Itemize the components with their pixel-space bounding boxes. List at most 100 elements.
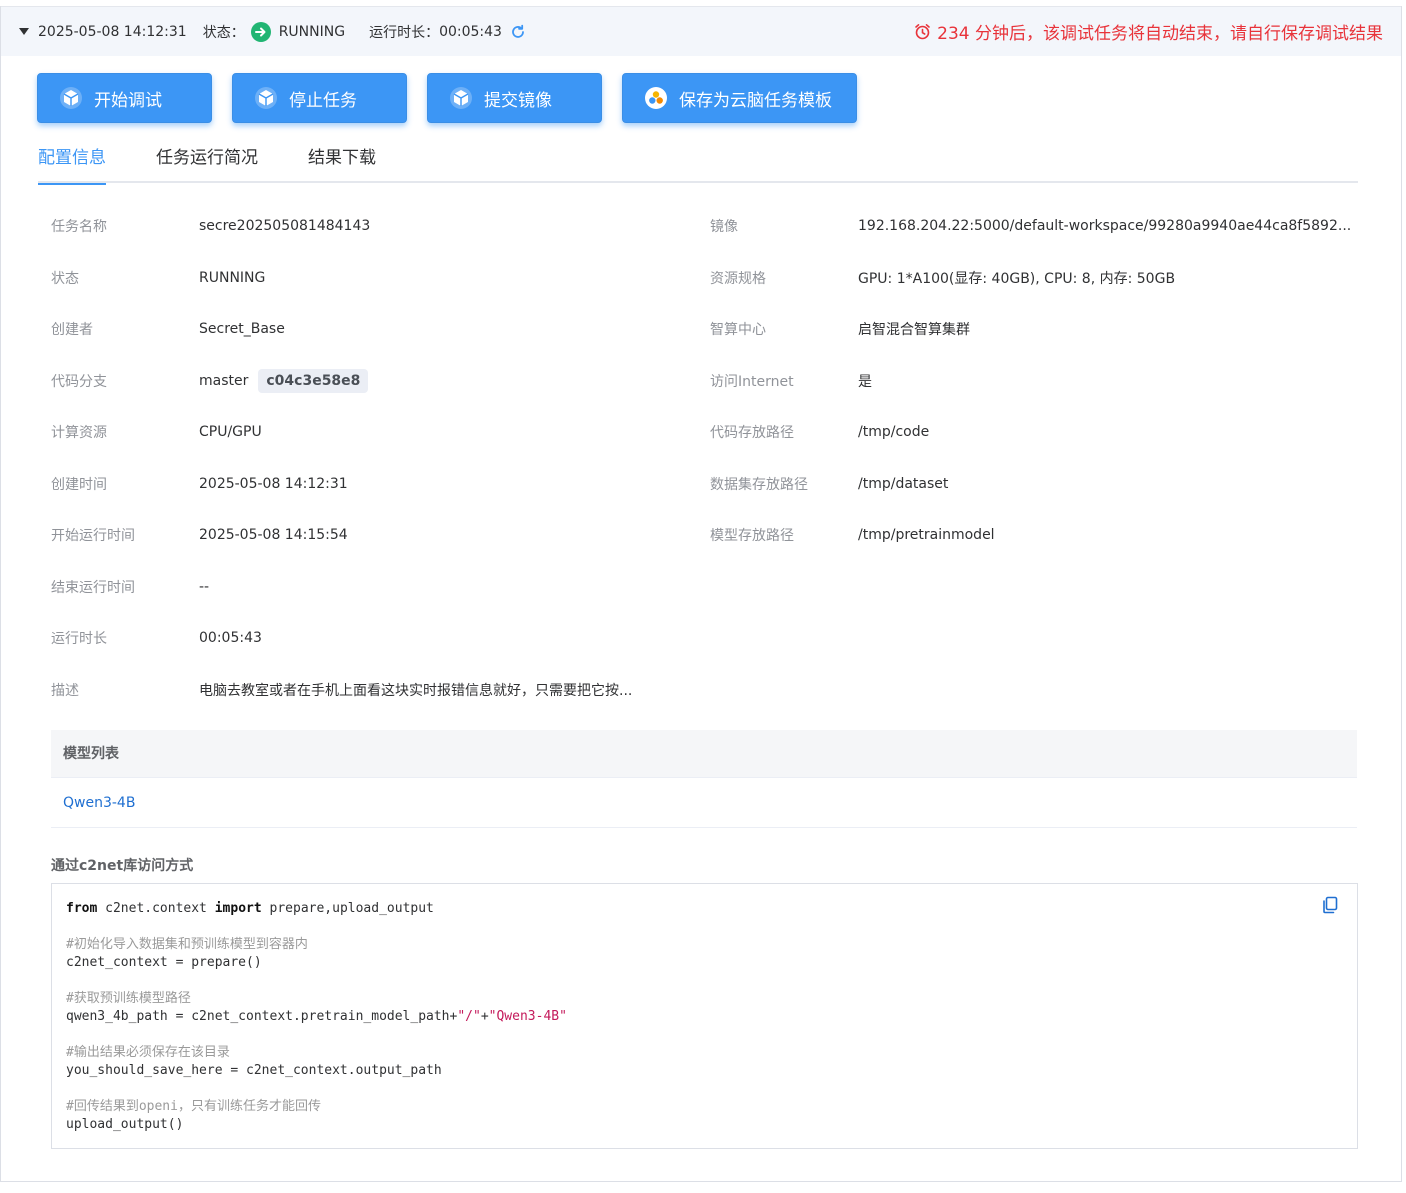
collapse-caret-icon[interactable] [19,28,29,35]
end-time-value: -- [199,579,210,595]
duration-label: 运行时长： [369,24,440,41]
cloud-brain-icon [643,85,669,111]
code-path-value: /tmp/code [858,424,930,440]
warning-text: 234 分钟后，该调试任务将自动结束，请自行保存调试结果 [937,24,1383,44]
commit-hash-badge[interactable]: c04c3e58e8 [258,369,369,393]
info-row: 描述 电脑去教室或者在手机上面看这块实时报错信息就好，只需要把它按... [51,680,632,700]
info-label: 创建者 [51,322,93,338]
info-label: 状态 [51,271,79,287]
model-list-item: Qwen3-4B [51,779,1357,828]
branch-value: master [199,373,249,389]
c2net-code-block: from c2net.context import prepare,upload… [51,883,1358,1149]
cube-icon [253,85,279,111]
code-comment: #获取预训练模型路径 [66,991,191,1006]
info-row: 模型存放路径/tmp/pretrainmodel [710,525,995,545]
duration-value: 00:05:43 [439,23,502,40]
info-row: 创建者 Secret_Base [51,319,285,339]
running-arrow-icon [250,21,271,42]
info-label: 模型存放路径 [710,528,794,544]
model-path-value: /tmp/pretrainmodel [858,527,995,543]
internet-access-value: 是 [858,374,872,390]
compute-center-value: 启智混合智算集群 [858,322,970,338]
info-label: 结束运行时间 [51,580,135,596]
info-row: 代码分支 master c04c3e58e8 [51,369,369,393]
status-value: RUNNING [199,270,266,286]
creator-value: Secret_Base [199,321,285,337]
action-toolbar: 开始调试 停止任务 提交镜像 保存为云脑任务模板 [37,73,857,123]
model-list-header: 模型列表 [51,730,1357,778]
info-row: 数据集存放路径/tmp/dataset [710,474,948,494]
info-row: 代码存放路径/tmp/code [710,422,929,442]
dataset-path-value: /tmp/dataset [858,476,949,492]
c2net-access-title: 通过c2net库访问方式 [51,858,194,874]
task-name-value: secre202505081484143 [199,218,371,234]
info-label: 描述 [51,683,79,699]
code-line: from c2net.context import prepare,upload… [66,900,1343,918]
info-label: 镜像 [710,219,738,235]
info-row: 创建时间 2025-05-08 14:12:31 [51,474,348,494]
code-comment: #输出结果必须保存在该目录 [66,1045,230,1060]
commit-image-label: 提交镜像 [484,90,552,111]
info-row: 计算资源 CPU/GPU [51,422,262,442]
info-row: 任务名称 secre202505081484143 [51,216,370,236]
compute-resource-value: CPU/GPU [199,424,262,440]
tab-result-download[interactable]: 结果下载 [308,142,376,183]
code-line: c2net_context = prepare() [66,955,262,970]
code-line: qwen3_4b_path = c2net_context.pretrain_m… [66,1008,1343,1026]
info-label: 创建时间 [51,477,107,493]
info-label: 任务名称 [51,219,107,235]
code-string: "/" [457,1009,481,1024]
auto-end-warning: 234 分钟后，该调试任务将自动结束，请自行保存调试结果 [914,19,1383,44]
code-line: upload_output() [66,1117,184,1132]
resource-spec-value: GPU: 1*A100(显存: 40GB), CPU: 8, 内存: 50GB [858,271,1176,287]
stop-task-button[interactable]: 停止任务 [232,73,407,123]
detail-tabs: 配置信息 任务运行简况 结果下载 [38,142,1358,185]
info-label: 数据集存放路径 [710,477,808,493]
info-label: 计算资源 [51,425,107,441]
info-label: 访问Internet [710,374,794,390]
code-text: prepare,upload_output [261,901,434,916]
info-label: 资源规格 [710,271,766,287]
info-row: 资源规格 GPU: 1*A100(显存: 40GB), CPU: 8, 内存: 5… [710,268,1175,288]
commit-image-button[interactable]: 提交镜像 [427,73,602,123]
code-keyword: from [66,901,98,916]
info-row: 智算中心 启智混合智算集群 [710,319,970,339]
created-time-value: 2025-05-08 14:12:31 [199,476,348,492]
run-duration-value: 00:05:43 [199,630,262,646]
info-label: 智算中心 [710,322,766,338]
tab-config-info[interactable]: 配置信息 [38,142,106,185]
refresh-icon[interactable] [510,24,526,40]
info-row: 结束运行时间 -- [51,577,209,597]
info-label: 运行时长 [51,631,107,647]
info-row: 访问Internet 是 [710,371,872,391]
info-row: 运行时长 00:05:43 [51,628,262,648]
start-time-value: 2025-05-08 14:15:54 [199,527,348,543]
info-row: 开始运行时间 2025-05-08 14:15:54 [51,525,348,545]
start-debug-button[interactable]: 开始调试 [37,73,212,123]
stop-task-label: 停止任务 [289,90,357,111]
code-text: + [480,1009,489,1024]
save-template-label: 保存为云脑任务模板 [679,90,832,111]
code-line: you_should_save_here = c2net_context.out… [66,1063,442,1078]
code-text: qwen3_4b_path = c2net_context.pretrain_m… [66,1009,458,1024]
info-label: 代码存放路径 [710,425,794,441]
code-comment: #初始化导入数据集和预训练模型到容器内 [66,937,308,952]
model-link-qwen3-4b[interactable]: Qwen3-4B [63,795,135,811]
code-comment: #回传结果到openi，只有训练任务才能回传 [66,1099,321,1114]
save-template-button[interactable]: 保存为云脑任务模板 [622,73,857,123]
status-label: 状态： [202,24,245,41]
copy-icon[interactable] [1321,896,1339,920]
task-header-bar: 2025-05-08 14:12:31 状态： RUNNING 运行时长： 00… [1,6,1401,56]
task-datetime: 2025-05-08 14:12:31 [38,23,187,40]
info-label: 开始运行时间 [51,528,135,544]
info-row: 状态 RUNNING [51,268,265,288]
cube-icon [58,85,84,111]
alarm-clock-icon [915,24,930,40]
code-string: "Qwen3-4B" [488,1009,567,1024]
tab-run-summary[interactable]: 任务运行简况 [156,142,258,183]
start-debug-label: 开始调试 [94,90,162,111]
info-label: 代码分支 [51,374,107,390]
cube-icon [448,85,474,111]
status-value: RUNNING [278,23,346,40]
code-keyword: import [214,901,262,916]
